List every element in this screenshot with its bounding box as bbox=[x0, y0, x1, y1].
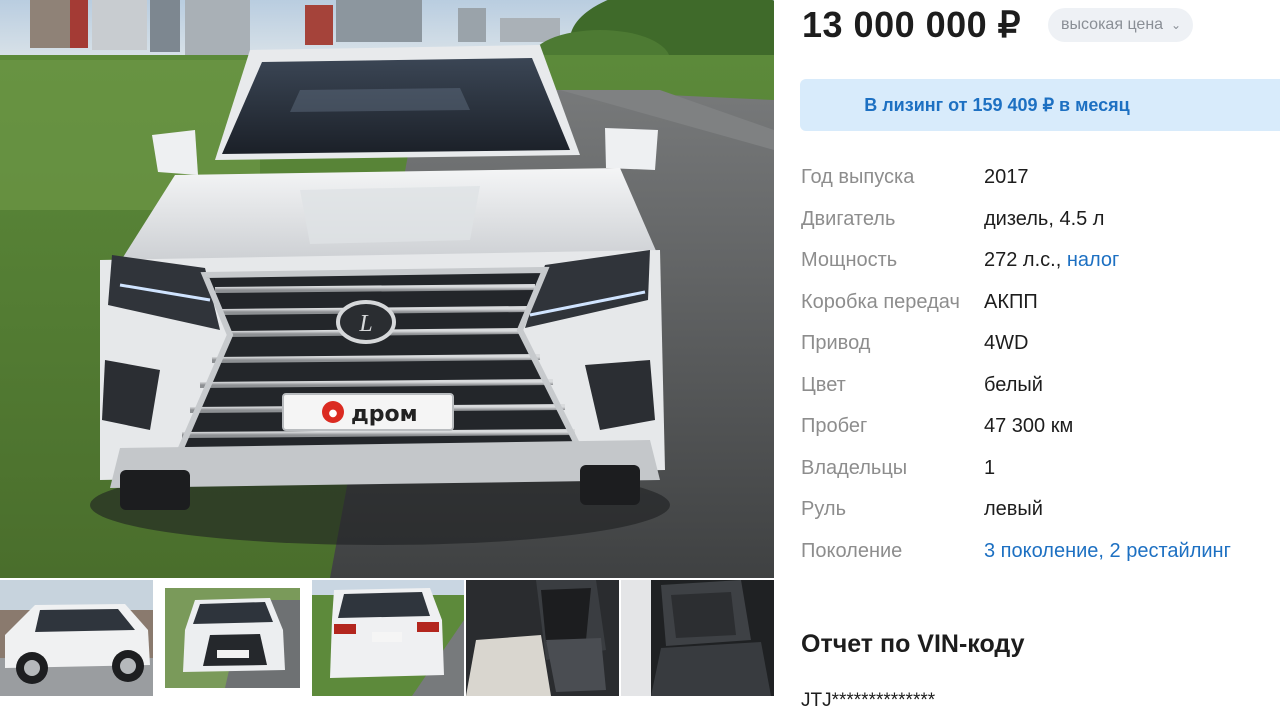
thumbnail-5[interactable] bbox=[621, 580, 774, 696]
thumbnail-4[interactable] bbox=[466, 580, 619, 696]
spec-row-mileage: Пробег 47 300 км bbox=[801, 407, 1280, 449]
price-rating-label: высокая цена bbox=[1061, 16, 1164, 33]
thumbnail-strip bbox=[0, 580, 774, 696]
thumbnail-2[interactable] bbox=[155, 580, 310, 696]
tax-link[interactable]: налог bbox=[1067, 249, 1119, 271]
price-rating-badge[interactable]: высокая цена ⌄ bbox=[1048, 8, 1194, 42]
spec-label: Двигатель bbox=[801, 207, 896, 230]
spec-row-year: Год выпуска 2017 bbox=[801, 158, 1280, 200]
price: 13 000 000 ₽ bbox=[802, 4, 1022, 45]
spec-row-power: Мощность 272 л.с., налог bbox=[801, 241, 1280, 283]
power-value: 272 л.с., bbox=[984, 249, 1062, 271]
svg-text:L: L bbox=[358, 311, 372, 337]
spec-label: Год выпуска bbox=[801, 166, 915, 188]
spec-row-drive: Привод 4WD bbox=[801, 324, 1280, 366]
spec-row-color: Цвет белый bbox=[801, 366, 1280, 408]
generation-link[interactable]: 3 поколение, 2 рестайлинг bbox=[984, 540, 1231, 563]
spec-label: Руль bbox=[801, 498, 846, 520]
leasing-label: В лизинг от 159 409 ₽ в месяц bbox=[864, 95, 1130, 115]
svg-text:●: ● bbox=[329, 408, 338, 419]
spec-row-steering: Руль левый bbox=[801, 490, 1280, 532]
thumbnail-3[interactable] bbox=[312, 580, 464, 696]
spec-value: 47 300 км bbox=[984, 415, 1074, 437]
specs-table: Год выпуска 2017 Двигатель дизель, 4.5 л… bbox=[801, 158, 1280, 573]
thumbnail-1[interactable] bbox=[0, 580, 153, 696]
spec-value: 272 л.с., налог bbox=[984, 249, 1119, 272]
watermark-text: дром bbox=[351, 402, 418, 427]
main-photo[interactable]: L ● дром bbox=[0, 0, 774, 578]
spec-label: Цвет bbox=[801, 373, 846, 396]
spec-label: Поколение bbox=[801, 539, 903, 562]
leasing-button[interactable]: В лизинг от 159 409 ₽ в месяц bbox=[800, 79, 1280, 131]
spec-label: Привод bbox=[801, 332, 871, 354]
spec-value: 1 bbox=[984, 456, 996, 479]
vin-code: JTJ************** bbox=[801, 690, 936, 711]
spec-label: Мощность bbox=[801, 249, 898, 271]
spec-row-owners: Владельцы 1 bbox=[801, 449, 1280, 491]
vin-report-title: Отчет по VIN-коду bbox=[801, 630, 1025, 658]
spec-value: левый bbox=[984, 498, 1043, 520]
spec-label: Коробка передач bbox=[801, 290, 960, 313]
spec-row-engine: Двигатель дизель, 4.5 л bbox=[801, 200, 1280, 242]
spec-value: белый bbox=[984, 373, 1043, 396]
spec-row-generation: Поколение 3 поколение, 2 рестайлинг bbox=[801, 532, 1280, 574]
spec-label: Владельцы bbox=[801, 456, 908, 479]
spec-row-transmission: Коробка передач АКПП bbox=[801, 283, 1280, 325]
chevron-down-icon: ⌄ bbox=[1171, 18, 1182, 32]
spec-value: дизель, 4.5 л bbox=[984, 207, 1105, 230]
spec-label: Пробег bbox=[801, 415, 868, 437]
spec-value: 2017 bbox=[984, 166, 1029, 188]
spec-value: 4WD bbox=[984, 332, 1029, 354]
spec-value: АКПП bbox=[984, 290, 1038, 313]
